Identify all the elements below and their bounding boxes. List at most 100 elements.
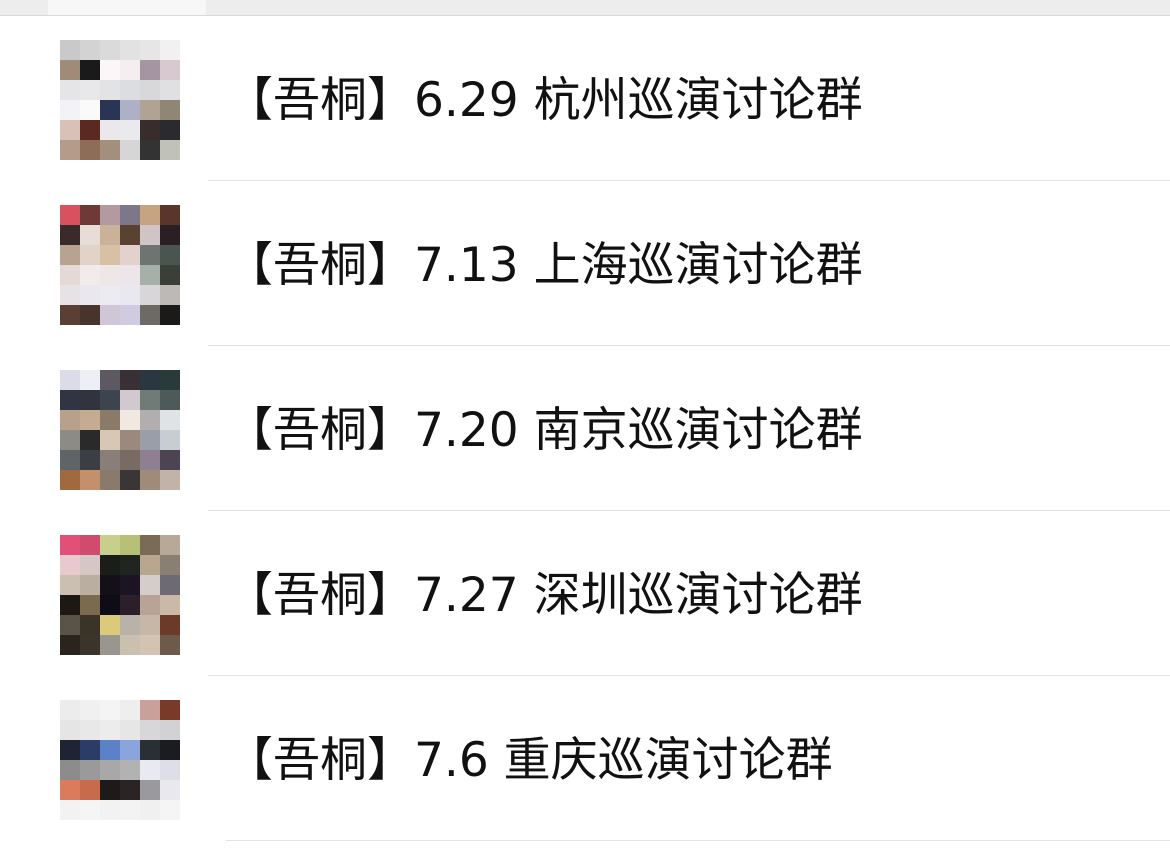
avatar-pixel	[100, 470, 120, 490]
avatar-pixel	[60, 700, 80, 720]
avatar-pixel	[160, 595, 180, 615]
avatar-pixel	[60, 305, 80, 325]
avatar-pixel	[100, 60, 120, 80]
avatar-pixel	[60, 205, 80, 225]
avatar-pixel	[120, 635, 140, 655]
avatar-pixel	[100, 760, 120, 780]
avatar-pixel	[60, 80, 80, 100]
group-avatar	[60, 700, 180, 820]
avatar-pixel	[60, 120, 80, 140]
avatar-pixel	[120, 80, 140, 100]
avatar-pixel	[140, 430, 160, 450]
avatar-pixel	[80, 575, 100, 595]
avatar-pixel	[80, 595, 100, 615]
avatar-pixel	[120, 205, 140, 225]
avatar-pixel	[100, 555, 120, 575]
avatar-pixel	[60, 595, 80, 615]
avatar-pixel	[100, 390, 120, 410]
avatar-pixel	[140, 740, 160, 760]
avatar-pixel	[120, 450, 140, 470]
avatar-pixel	[140, 245, 160, 265]
avatar-pixel	[80, 780, 100, 800]
avatar-pixel	[160, 285, 180, 305]
chat-list-item[interactable]: 【吾桐】7.13 上海巡演讨论群	[0, 181, 1170, 346]
avatar-pixel	[60, 410, 80, 430]
avatar-pixel	[120, 370, 140, 390]
avatar-pixel	[60, 370, 80, 390]
group-avatar	[60, 205, 180, 325]
avatar-pixel	[100, 305, 120, 325]
avatar-pixel	[80, 225, 100, 245]
avatar-pixel	[140, 40, 160, 60]
avatar-pixel	[160, 245, 180, 265]
chat-list-item[interactable]: 【吾桐】7.6 重庆巡演讨论群	[0, 676, 1170, 841]
avatar-pixel	[100, 265, 120, 285]
avatar-pixel	[100, 450, 120, 470]
avatar-pixel	[100, 245, 120, 265]
chat-list-item[interactable]: 【吾桐】6.29 杭州巡演讨论群	[0, 16, 1170, 181]
avatar-pixel	[100, 635, 120, 655]
avatar-pixel	[140, 760, 160, 780]
avatar-pixel	[120, 535, 140, 555]
avatar-pixel	[100, 40, 120, 60]
avatar-pixel	[100, 615, 120, 635]
avatar-pixel	[120, 225, 140, 245]
avatar-pixel	[120, 575, 140, 595]
avatar-pixel	[160, 700, 180, 720]
avatar-pixel	[100, 720, 120, 740]
avatar-pixel	[120, 120, 140, 140]
avatar-pixel	[60, 575, 80, 595]
avatar-pixel	[120, 305, 140, 325]
avatar-pixel	[120, 40, 140, 60]
avatar-pixel	[60, 430, 80, 450]
avatar-pixel	[160, 800, 180, 820]
avatar-pixel	[160, 120, 180, 140]
avatar-pixel	[140, 120, 160, 140]
avatar-pixel	[60, 245, 80, 265]
avatar-pixel	[60, 225, 80, 245]
avatar-pixel	[60, 470, 80, 490]
avatar-pixel	[140, 470, 160, 490]
avatar-pixel	[80, 555, 100, 575]
avatar-pixel	[160, 450, 180, 470]
avatar-pixel	[80, 390, 100, 410]
avatar-pixel	[60, 740, 80, 760]
avatar-pixel	[120, 740, 140, 760]
avatar-pixel	[80, 305, 100, 325]
avatar-pixel	[140, 720, 160, 740]
avatar-pixel	[140, 700, 160, 720]
avatar-pixel	[80, 40, 100, 60]
avatar-pixel	[80, 430, 100, 450]
avatar-pixel	[120, 615, 140, 635]
avatar-pixel	[60, 615, 80, 635]
avatar-pixel	[140, 370, 160, 390]
chat-title: 【吾桐】7.27 深圳巡演讨论群	[226, 568, 863, 623]
avatar-pixel	[100, 740, 120, 760]
avatar-pixel	[140, 800, 160, 820]
avatar-pixel	[140, 780, 160, 800]
avatar-pixel	[120, 410, 140, 430]
avatar-pixel	[80, 140, 100, 160]
avatar-pixel	[80, 720, 100, 740]
avatar-pixel	[60, 140, 80, 160]
avatar-pixel	[100, 80, 120, 100]
avatar-pixel	[120, 60, 140, 80]
avatar-pixel	[100, 430, 120, 450]
avatar-pixel	[80, 285, 100, 305]
avatar-pixel	[120, 800, 140, 820]
avatar-pixel	[140, 575, 160, 595]
avatar-pixel	[80, 265, 100, 285]
chat-title: 【吾桐】7.20 南京巡演讨论群	[226, 403, 863, 458]
chat-list-item[interactable]: 【吾桐】7.27 深圳巡演讨论群	[0, 511, 1170, 676]
chat-list-item[interactable]: 【吾桐】7.20 南京巡演讨论群	[0, 346, 1170, 511]
avatar-pixel	[80, 205, 100, 225]
avatar-pixel	[120, 265, 140, 285]
divider	[226, 840, 1170, 841]
avatar-pixel	[120, 470, 140, 490]
avatar-pixel	[80, 60, 100, 80]
avatar-pixel	[60, 60, 80, 80]
avatar-pixel	[120, 390, 140, 410]
avatar-pixel	[80, 370, 100, 390]
chat-title: 【吾桐】6.29 杭州巡演讨论群	[226, 73, 863, 128]
avatar-pixel	[160, 760, 180, 780]
